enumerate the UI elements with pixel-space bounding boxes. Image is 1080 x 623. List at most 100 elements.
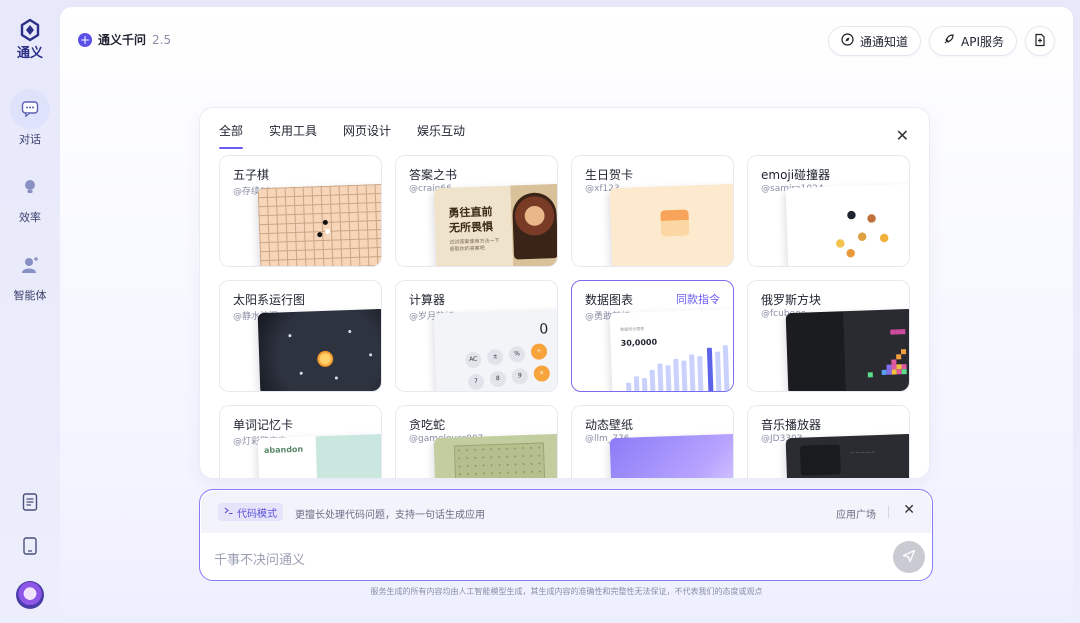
new-doc-button[interactable] bbox=[1025, 26, 1055, 56]
sidebar-item-label: 效率 bbox=[19, 211, 41, 224]
app-card-emoji-collider[interactable]: emoji碰撞器 @samira1024 ● ● ● ● ● ● bbox=[747, 155, 910, 267]
model-selector[interactable]: + 通义千问 2.5 bbox=[78, 31, 171, 48]
card-title: 计算器 bbox=[409, 293, 446, 307]
card-thumbnail bbox=[433, 433, 557, 478]
app-card-dynamic-wallpaper[interactable]: 动态壁纸 @llm_776 bbox=[571, 405, 734, 478]
document-icon[interactable] bbox=[22, 493, 38, 515]
code-mode-chip[interactable]: 代码模式 bbox=[218, 503, 283, 521]
card-title: 贪吃蛇 bbox=[409, 418, 446, 432]
sidebar-item-agent[interactable]: 智能体 bbox=[10, 245, 50, 303]
card-title: 数据图表 bbox=[585, 293, 634, 307]
card-thumbnail: ● ● ● ● ● ● bbox=[785, 183, 909, 266]
terminal-icon bbox=[224, 506, 233, 518]
app-card-calculator[interactable]: 计算器 @岁月静好 0 AC ± % ÷ 7 8 9 × bbox=[395, 280, 558, 392]
rocket-icon bbox=[942, 33, 955, 49]
card-title: 单词记忆卡 bbox=[233, 418, 294, 432]
brand-logo[interactable]: 通义 bbox=[17, 18, 43, 61]
app-card-tetris[interactable]: 俄罗斯方块 @fcubeee bbox=[747, 280, 910, 392]
tab-web-design[interactable]: 网页设计 bbox=[343, 122, 391, 149]
code-mode-description: 更擅长处理代码问题，支持一句话生成应用 bbox=[295, 510, 485, 521]
tab-tools[interactable]: 实用工具 bbox=[269, 122, 317, 149]
calc-key: 9 bbox=[511, 368, 529, 385]
send-button[interactable] bbox=[893, 541, 925, 573]
card-thumbnail: 勇往直前 无所畏惧 试试答案使用方法一下 获取你的答案吧 bbox=[433, 183, 557, 266]
app-card-grid: 五子棋 @存续123 答案之书 @crain66 勇往直前 无所畏惧 试试答案使… bbox=[219, 155, 911, 478]
card-title: 动态壁纸 bbox=[585, 418, 634, 432]
sun-icon bbox=[316, 350, 334, 368]
card-thumbnail: 0 AC ± % ÷ 7 8 9 × bbox=[433, 308, 557, 391]
app-card-music-player[interactable]: 音乐播放器 @JD3303 — — — — — bbox=[747, 405, 910, 478]
tongtong-label: 通通知道 bbox=[859, 34, 908, 49]
brand-name: 通义 bbox=[16, 46, 43, 61]
card-thumbnail bbox=[609, 433, 733, 478]
close-icon[interactable]: ✕ bbox=[896, 126, 909, 145]
agent-icon bbox=[10, 245, 50, 285]
calc-key: ÷ bbox=[530, 343, 548, 360]
same-prompt-link[interactable]: 同款指令 bbox=[676, 291, 720, 307]
close-icon[interactable]: ✕ bbox=[903, 502, 915, 518]
card-thumbnail bbox=[257, 183, 381, 266]
tablet-icon[interactable] bbox=[23, 537, 37, 559]
cake-icon bbox=[660, 209, 690, 237]
tongtong-button[interactable]: 通通知道 bbox=[827, 26, 921, 56]
chat-input[interactable]: 千事不决问通义 bbox=[214, 549, 305, 568]
app-card-gomoku[interactable]: 五子棋 @存续123 bbox=[219, 155, 382, 267]
main-panel: + 通义千问 2.5 通通知道 API服务 全部 实用工具 网页设计 娱乐互动 … bbox=[60, 7, 1073, 617]
card-thumbnail bbox=[609, 183, 733, 266]
app-card-book-of-answers[interactable]: 答案之书 @crain66 勇往直前 无所畏惧 试试答案使用方法一下 获取你的答… bbox=[395, 155, 558, 267]
app-card-vocab-flashcard[interactable]: 单词记忆卡 @灯彩路秦穹 abandon bbox=[219, 405, 382, 478]
calc-display: 0 bbox=[539, 321, 549, 338]
calc-key: 8 bbox=[489, 370, 507, 388]
app-plaza-link[interactable]: 应用广场 bbox=[836, 506, 876, 521]
calc-key: AC bbox=[464, 351, 482, 369]
card-thumbnail: abandon bbox=[257, 433, 381, 478]
vocab-panel bbox=[315, 433, 381, 478]
disclaimer-text: 服务生成的所有内容均由人工智能模型生成，其生成内容的准确性和完整性无法保证，不代… bbox=[370, 587, 763, 596]
new-doc-icon bbox=[1033, 33, 1047, 50]
code-mode-bar: 代码模式 更擅长处理代码问题，支持一句话生成应用 应用广场 ✕ bbox=[201, 491, 931, 533]
api-service-label: API服务 bbox=[961, 34, 1004, 49]
code-mode-label: 代码模式 bbox=[237, 508, 277, 520]
sidebar-bottom bbox=[0, 493, 60, 609]
calc-key: ± bbox=[486, 348, 504, 366]
card-title: 太阳系运行图 bbox=[233, 293, 306, 307]
thumb-subtitle: 试试答案使用方法一下 获取你的答案吧 bbox=[449, 237, 500, 253]
card-title: 答案之书 bbox=[409, 168, 458, 182]
chat-icon bbox=[10, 89, 50, 129]
card-title: 生日贺卡 bbox=[585, 168, 634, 182]
card-title: 俄罗斯方块 bbox=[761, 293, 822, 307]
lightbulb-icon bbox=[10, 167, 50, 207]
api-service-button[interactable]: API服务 bbox=[929, 26, 1017, 56]
sidebar-item-chat[interactable]: 对话 bbox=[10, 89, 50, 147]
app-card-snake[interactable]: 贪吃蛇 @gamelover007 bbox=[395, 405, 558, 478]
app-card-data-chart[interactable]: 数据图表 同款指令 @勇敢前行 数据统计图表 30,0000 bbox=[571, 280, 734, 392]
compass-icon bbox=[841, 33, 854, 49]
top-actions: 通通知道 API服务 bbox=[827, 26, 1055, 56]
music-text-lines: — — — — — bbox=[850, 449, 876, 456]
sidebar: 通义 对话 效率 智能体 bbox=[0, 0, 60, 623]
calc-key: × bbox=[533, 365, 551, 382]
thumb-chart-label: 数据统计图表 bbox=[620, 326, 645, 332]
app-card-solar-system[interactable]: 太阳系运行图 @静水流深 bbox=[219, 280, 382, 392]
tongyi-logo-icon bbox=[20, 18, 40, 42]
app-gallery-modal: 全部 实用工具 网页设计 娱乐互动 ✕ 五子棋 @存续123 答案之书 @cra… bbox=[199, 107, 930, 479]
tab-all[interactable]: 全部 bbox=[219, 122, 244, 149]
calc-key: 7 bbox=[467, 373, 485, 391]
model-name: 通义千问 bbox=[98, 33, 147, 47]
card-thumbnail: — — — — — bbox=[785, 433, 909, 478]
app-card-birthday-card[interactable]: 生日贺卡 @xf123 bbox=[571, 155, 734, 267]
tab-entertainment[interactable]: 娱乐互动 bbox=[417, 122, 465, 149]
sidebar-item-label: 智能体 bbox=[13, 289, 47, 302]
card-title: 音乐播放器 bbox=[761, 418, 822, 432]
thumb-title: 勇往直前 无所畏惧 bbox=[448, 205, 494, 235]
thumb-word: abandon bbox=[263, 444, 304, 456]
sidebar-item-efficiency[interactable]: 效率 bbox=[10, 167, 50, 225]
portrait-image bbox=[511, 191, 557, 260]
card-thumbnail: 数据统计图表 30,0000 bbox=[609, 308, 733, 391]
calc-key: % bbox=[508, 346, 526, 363]
card-thumbnail bbox=[257, 308, 381, 391]
avatar[interactable] bbox=[16, 581, 44, 609]
model-version: 2.5 bbox=[152, 32, 172, 47]
gallery-tabs: 全部 实用工具 网页设计 娱乐互动 bbox=[219, 122, 465, 149]
card-thumbnail bbox=[785, 308, 909, 391]
